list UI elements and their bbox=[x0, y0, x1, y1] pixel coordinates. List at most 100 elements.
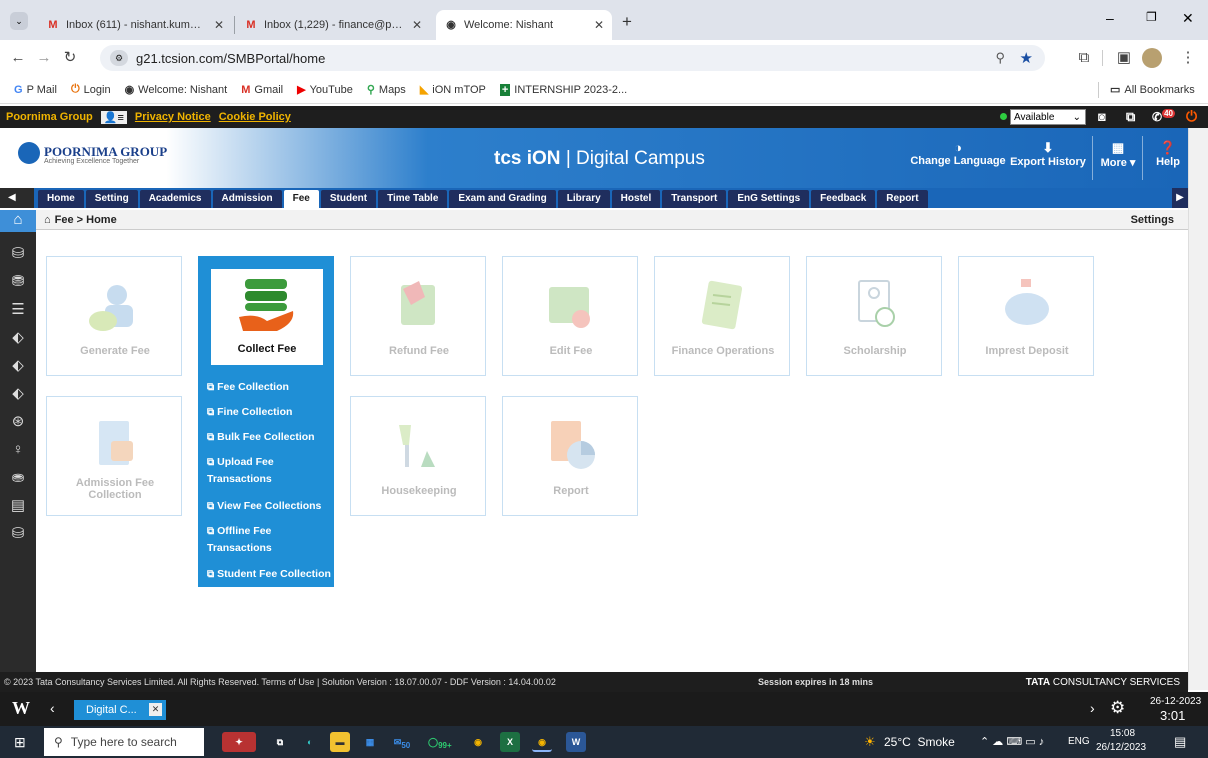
menu-tab-time-table[interactable]: Time Table bbox=[378, 190, 448, 208]
bookmark-ion-mtop[interactable]: ◣ iON mTOP bbox=[420, 83, 486, 97]
view-fee-collections-link[interactable]: ⧉ View Fee Collections bbox=[207, 498, 331, 515]
imprest-deposit-tile[interactable]: Imprest Deposit bbox=[958, 256, 1094, 376]
coins-icon[interactable]: ⛁ bbox=[8, 244, 28, 264]
logout-icon[interactable]: ⏻ bbox=[1186, 108, 1197, 125]
menu-tab-home[interactable]: Home bbox=[38, 190, 84, 208]
all-bookmarks[interactable]: ▭ All Bookmarks bbox=[1110, 83, 1195, 97]
bookmark-maps[interactable]: ⚲ Maps bbox=[367, 83, 406, 97]
finance-operations-tile[interactable]: Finance Operations bbox=[654, 256, 790, 376]
stack-icon[interactable]: ☰ bbox=[8, 300, 28, 320]
scholarship-tile[interactable]: Scholarship bbox=[806, 256, 942, 376]
fee-collection-link[interactable]: ⧉ Fee Collection bbox=[207, 379, 331, 396]
bookmark-login[interactable]: ⏻ Login bbox=[71, 83, 111, 96]
page-scrollbar[interactable] bbox=[1188, 128, 1208, 690]
student-fee-collection-link[interactable]: ⧉ Student Fee Collection bbox=[207, 566, 331, 583]
money-user-icon[interactable]: ⛂ bbox=[8, 468, 28, 488]
menu-tab-admission[interactable]: Admission bbox=[212, 190, 282, 208]
bookmark-gmail[interactable]: M Gmail bbox=[241, 84, 283, 96]
store-icon[interactable]: ▦ bbox=[360, 732, 380, 752]
file-explorer-icon[interactable]: ▬ bbox=[330, 732, 350, 752]
settings-link[interactable]: Settings bbox=[1131, 214, 1174, 226]
bookmark-internship[interactable]: + INTERNSHIP 2023-2... bbox=[499, 83, 627, 96]
profile-avatar[interactable] bbox=[1142, 48, 1162, 68]
close-window-icon[interactable]: ✕ bbox=[1182, 10, 1194, 27]
collect-fee-card[interactable]: Collect Fee bbox=[211, 269, 323, 365]
tab-gmail-nishant[interactable]: M Inbox (611) - nishant.kumar@p ✕ bbox=[38, 10, 232, 40]
menu-tab-exam-and-grading[interactable]: Exam and Grading bbox=[449, 190, 556, 208]
menu-tab-fee[interactable]: Fee bbox=[283, 190, 319, 208]
housekeeping-tile[interactable]: Housekeeping bbox=[350, 396, 486, 516]
back-icon[interactable]: ← bbox=[8, 48, 28, 68]
status-select[interactable]: Available ⌄ bbox=[1010, 109, 1086, 125]
location-icon[interactable]: ⚲ bbox=[995, 50, 1005, 66]
weather-icon[interactable]: ☀ bbox=[864, 734, 876, 750]
user-card-icon[interactable]: 👤≡ bbox=[100, 110, 127, 124]
close-tab-icon[interactable]: ✕ bbox=[214, 18, 224, 32]
report-tile[interactable]: Report bbox=[502, 396, 638, 516]
taskbar-search-box[interactable]: ⚲ Type here to search bbox=[44, 728, 204, 756]
tray-icons[interactable]: ⌃ ☁ ⌨ ▭ ♪ bbox=[980, 735, 1044, 748]
sidepanel-icon[interactable]: ▣ bbox=[1114, 48, 1134, 68]
upload-fee-transactions-link[interactable]: ⧉ Upload Fee Transactions bbox=[207, 454, 331, 488]
address-bar[interactable]: ⚙ g21.tcsion.com/SMBPortal/home ⚲ ★ bbox=[100, 45, 1045, 71]
minimize-icon[interactable]: – bbox=[1106, 10, 1114, 26]
refund-fee-tile[interactable]: Refund Fee bbox=[350, 256, 486, 376]
back-arrow-icon[interactable]: ‹ bbox=[50, 700, 55, 716]
coins-out-icon[interactable]: ⛃ bbox=[8, 272, 28, 292]
clock-date[interactable]: 26/12/2023 bbox=[1096, 742, 1146, 753]
menu-tab-hostel[interactable]: Hostel bbox=[611, 190, 661, 208]
camera-icon[interactable]: ◙ bbox=[1098, 109, 1106, 124]
offline-fee-transactions-link[interactable]: ⧉ Offline Fee Transactions bbox=[207, 523, 331, 557]
new-tab-button[interactable]: + bbox=[622, 12, 632, 32]
coin-stack-icon[interactable]: ⛁ bbox=[8, 524, 28, 544]
notifications-icon[interactable]: ▤ bbox=[1174, 734, 1186, 750]
bookmark-welcome[interactable]: ◉ Welcome: Nishant bbox=[125, 83, 228, 97]
tag-icon[interactable]: ⬖ bbox=[8, 328, 28, 348]
chrome-active-icon[interactable]: ◉ bbox=[532, 732, 552, 752]
edit-fee-tile[interactable]: Edit Fee bbox=[502, 256, 638, 376]
collect-fee-tile[interactable]: Collect Fee ⧉ Fee Collection ⧉ Fine Collec… bbox=[198, 256, 334, 587]
session-tab[interactable]: Digital C... ✕ bbox=[74, 700, 166, 720]
reload-icon[interactable]: ↻ bbox=[60, 48, 80, 68]
menu-tab-feedback[interactable]: Feedback bbox=[811, 190, 876, 208]
w-logo-icon[interactable]: W bbox=[12, 698, 30, 719]
bookmark-youtube[interactable]: ▶ YouTube bbox=[297, 83, 353, 97]
bookmark-star-icon[interactable]: ★ bbox=[1020, 49, 1033, 67]
chrome-icon[interactable]: ◉ bbox=[468, 732, 488, 752]
extensions-icon[interactable]: ⧉ bbox=[1074, 48, 1094, 68]
window-icon[interactable]: ⧉ bbox=[1126, 109, 1135, 125]
edge-icon[interactable]: ◐ bbox=[300, 732, 320, 752]
menu-tab-academics[interactable]: Academics bbox=[139, 190, 211, 208]
whatsapp-icon[interactable]: ◯99+ bbox=[428, 732, 452, 752]
news-widget-icon[interactable]: ✦ bbox=[222, 732, 256, 752]
generate-fee-tile[interactable]: Generate Fee bbox=[46, 256, 182, 376]
fine-collection-link[interactable]: ⧉ Fine Collection bbox=[207, 404, 331, 421]
windows-start-icon[interactable]: ⊞ bbox=[14, 734, 26, 751]
refresh-money-icon[interactable]: ⊛ bbox=[8, 412, 28, 432]
home-icon[interactable]: ⌂ bbox=[0, 210, 36, 232]
close-session-icon[interactable]: ✕ bbox=[149, 703, 162, 716]
task-view-icon[interactable]: ⧉ bbox=[270, 732, 290, 752]
chevron-right-icon[interactable]: › bbox=[1090, 700, 1095, 716]
user-check-icon[interactable]: ♀ bbox=[8, 440, 28, 460]
export-history-button[interactable]: ⬇ Export History bbox=[1010, 140, 1086, 168]
mail-icon[interactable]: ✉50 bbox=[392, 732, 412, 752]
settings-gear-icon[interactable]: ⚙ bbox=[1110, 698, 1125, 718]
privacy-notice-link[interactable]: Privacy Notice bbox=[135, 111, 211, 123]
word-icon[interactable]: W bbox=[566, 732, 586, 752]
more-button[interactable]: ▦ More ▾ bbox=[1098, 140, 1138, 169]
tab-gmail-finance[interactable]: M Inbox (1,229) - finance@poorni ✕ bbox=[236, 10, 430, 40]
wallet-icon[interactable]: ▤ bbox=[8, 496, 28, 516]
site-info-icon[interactable]: ⚙ bbox=[110, 50, 128, 66]
tab-welcome-nishant[interactable]: ◉ Welcome: Nishant ✕ bbox=[436, 10, 612, 40]
notification-icon[interactable]: ✆ 40 bbox=[1152, 109, 1175, 124]
close-tab-icon[interactable]: ✕ bbox=[412, 18, 422, 32]
menu-scroll-right-icon[interactable]: ▶ bbox=[1172, 188, 1188, 208]
cookie-policy-link[interactable]: Cookie Policy bbox=[219, 111, 291, 123]
menu-tab-transport[interactable]: Transport bbox=[662, 190, 727, 208]
menu-scroll-left-icon[interactable]: ◀ bbox=[0, 188, 34, 208]
help-button[interactable]: ❓ Help bbox=[1148, 140, 1188, 168]
restore-icon[interactable]: ❐ bbox=[1146, 10, 1157, 24]
menu-tab-report[interactable]: Report bbox=[877, 190, 928, 208]
menu-tab-eng-settings[interactable]: EnG Settings bbox=[728, 190, 810, 208]
